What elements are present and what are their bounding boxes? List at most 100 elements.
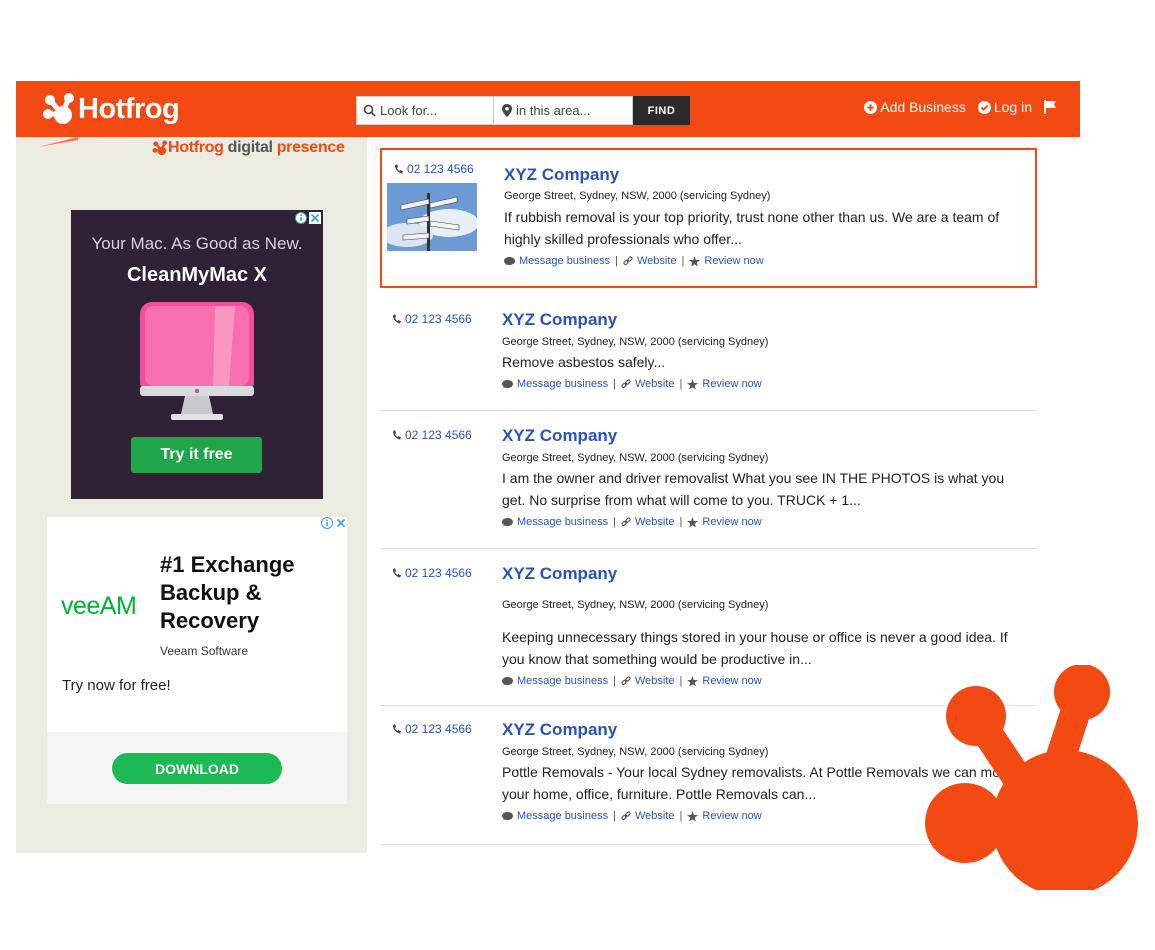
- link-icon: [623, 256, 633, 266]
- review-now-link[interactable]: Review now: [687, 378, 762, 390]
- phone-icon: [393, 314, 401, 324]
- website-label: Website: [636, 255, 677, 267]
- website-link[interactable]: Website: [621, 378, 675, 390]
- website-link[interactable]: Website: [621, 516, 675, 528]
- message-business-link[interactable]: Message business: [502, 675, 608, 687]
- chat-icon: [502, 379, 513, 388]
- digital-presence-word-2: presence: [276, 139, 345, 156]
- listing-title[interactable]: XYZ Company: [502, 720, 617, 740]
- listing-card[interactable]: 02 123 4566 XYZ Company George Street, S…: [380, 411, 1037, 549]
- review-now-link[interactable]: Review now: [687, 810, 762, 822]
- ad-info-icon[interactable]: [321, 517, 333, 529]
- chat-icon: [502, 676, 513, 685]
- listing-phone[interactable]: 02 123 4566: [393, 566, 472, 580]
- listing-description: I am the owner and driver removalist Wha…: [502, 470, 1005, 508]
- phone-icon: [393, 724, 401, 734]
- find-button[interactable]: FIND: [633, 96, 690, 125]
- listing-phone-number: 02 123 4566: [405, 722, 472, 736]
- ad-info-icon[interactable]: [295, 212, 307, 224]
- ad-choices: [295, 212, 321, 224]
- frog-logo-icon: [925, 665, 1138, 890]
- logo-text: Hotfrog: [78, 92, 180, 125]
- star-icon: [689, 255, 701, 267]
- listing-address: George Street, Sydney, NSW, 2000 (servic…: [502, 599, 769, 611]
- add-business-label: Add Business: [880, 99, 966, 115]
- message-business-label: Message business: [517, 516, 609, 528]
- listing-phone[interactable]: 02 123 4566: [393, 428, 472, 442]
- review-now-link[interactable]: Review now: [687, 516, 762, 528]
- website-label: Website: [634, 810, 675, 822]
- ad-close-icon[interactable]: [335, 517, 347, 529]
- digital-presence-banner: Hotfrog digital presence: [152, 139, 345, 157]
- phone-icon: [393, 568, 401, 578]
- log-in-link[interactable]: Log in: [977, 99, 1032, 115]
- review-now-link[interactable]: Review now: [687, 675, 762, 687]
- listing-actions: Message business | Website | Review now: [502, 516, 762, 528]
- listing-phone[interactable]: 02 123 4566: [393, 722, 472, 736]
- search-input[interactable]: Look for...: [356, 96, 494, 125]
- listing-title[interactable]: XYZ Company: [502, 564, 617, 584]
- frog-logo-icon: [43, 93, 74, 124]
- message-business-label: Message business: [519, 255, 611, 267]
- listing-description: Keeping unnecessary things stored in you…: [502, 629, 1008, 667]
- message-business-label: Message business: [517, 810, 609, 822]
- star-icon: [687, 810, 699, 822]
- location-input[interactable]: in this area...: [494, 96, 633, 125]
- check-circle-icon: [977, 100, 991, 114]
- website-link[interactable]: Website: [621, 675, 675, 687]
- veeam-ad[interactable]: veeAM #1 Exchange Backup & Recovery Veea…: [47, 517, 347, 804]
- ad-close-icon[interactable]: [309, 212, 321, 224]
- hotfrog-logo[interactable]: Hotfrog: [42, 89, 180, 129]
- header-bar: Hotfrog Look for... in this area... FIND…: [16, 81, 1080, 137]
- listing-phone-number: 02 123 4566: [405, 428, 472, 442]
- message-business-label: Message business: [517, 675, 609, 687]
- link-icon: [621, 811, 631, 821]
- star-icon: [687, 675, 699, 687]
- add-business-link[interactable]: Add Business: [864, 99, 966, 115]
- signpost-photo: [387, 183, 477, 251]
- website-label: Website: [634, 378, 675, 390]
- message-business-link[interactable]: Message business: [504, 255, 610, 267]
- listing-description: If rubbish removal is your top priority,…: [504, 209, 1000, 247]
- listing-title[interactable]: XYZ Company: [502, 426, 617, 446]
- flag-button[interactable]: [1044, 100, 1060, 114]
- plus-circle-icon: [864, 100, 878, 114]
- listing-title[interactable]: XYZ Company: [502, 310, 617, 330]
- review-now-label: Review now: [704, 255, 764, 267]
- search-placeholder: Look for...: [380, 103, 438, 118]
- message-business-link[interactable]: Message business: [502, 516, 608, 528]
- try-it-free-button[interactable]: Try it free: [131, 437, 262, 473]
- website-label: Website: [634, 675, 675, 687]
- listing-address: George Street, Sydney, NSW, 2000 (servic…: [504, 190, 771, 202]
- log-in-label: Log in: [993, 99, 1032, 115]
- listing-phone[interactable]: 02 123 4566: [393, 312, 472, 326]
- website-link[interactable]: Website: [623, 255, 677, 267]
- search-icon: [363, 104, 376, 117]
- phone-icon: [393, 430, 401, 440]
- message-business-link[interactable]: Message business: [502, 810, 608, 822]
- review-now-label: Review now: [702, 810, 762, 822]
- listing-actions: Message business | Website | Review now: [504, 255, 764, 267]
- message-business-link[interactable]: Message business: [502, 378, 608, 390]
- review-now-link[interactable]: Review now: [689, 255, 764, 267]
- message-business-label: Message business: [517, 378, 609, 390]
- cleanmymac-ad[interactable]: Your Mac. As Good as New. CleanMyMac X T…: [71, 210, 323, 499]
- ad-headline: #1 Exchange Backup & Recovery: [160, 552, 295, 633]
- veeam-logo: veeAM: [61, 592, 137, 620]
- download-button[interactable]: DOWNLOAD: [112, 753, 282, 784]
- star-icon: [687, 516, 699, 528]
- link-icon: [621, 517, 631, 527]
- page-frame: Hotfrog Look for... in this area... FIND…: [16, 81, 1080, 853]
- listing-card[interactable]: 02 123 4566 XYZ Company George Street, S…: [380, 298, 1037, 411]
- ad-tagline: Your Mac. As Good as New.: [91, 234, 303, 253]
- chat-icon: [502, 811, 513, 820]
- star-icon: [687, 378, 699, 390]
- listing-phone[interactable]: 02 123 4566: [395, 162, 474, 176]
- listing-card[interactable]: 02 123 4566 XYZ Company George Street, S…: [380, 148, 1037, 288]
- digital-presence-brand: Hotfrog: [168, 139, 224, 156]
- ribbon-decoration: [38, 137, 78, 147]
- listing-actions: Message business | Website | Review now: [502, 675, 762, 687]
- listing-phone-number: 02 123 4566: [405, 566, 472, 580]
- listing-title[interactable]: XYZ Company: [504, 165, 619, 185]
- website-link[interactable]: Website: [621, 810, 675, 822]
